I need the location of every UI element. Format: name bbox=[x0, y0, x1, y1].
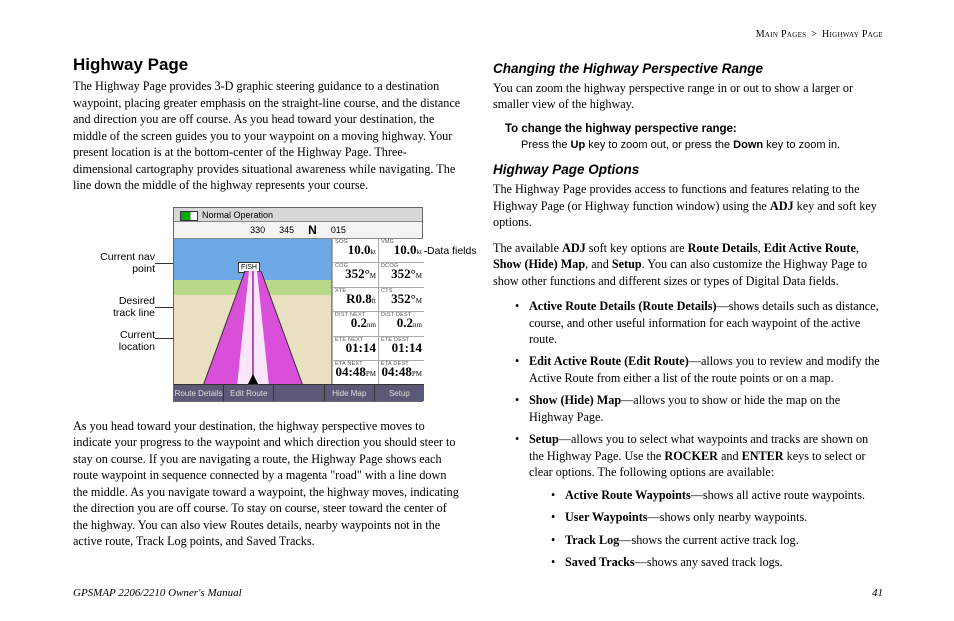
compass-330: 330 bbox=[250, 224, 265, 236]
gps-screen: Normal Operation 330 345 N 015 FISH bbox=[173, 207, 423, 402]
current-location-icon bbox=[248, 374, 258, 384]
options-intro: The Highway Page provides access to func… bbox=[493, 181, 883, 230]
softkey-setup: Setup bbox=[375, 385, 424, 401]
page-number: 41 bbox=[872, 586, 883, 601]
data-xte: XTER0.8ft bbox=[332, 288, 378, 313]
procedure-body: Press the Up key to zoom out, or press t… bbox=[521, 138, 883, 153]
page-title: Highway Page bbox=[73, 54, 463, 77]
callout-datafields: Data fields bbox=[427, 245, 477, 257]
data-cog: COG352°M bbox=[332, 263, 378, 288]
heading-options: Highway Page Options bbox=[493, 161, 883, 179]
data-vmg: VMG10.0kt bbox=[378, 239, 424, 264]
data-etenext: ETE NEXT01:14 bbox=[332, 337, 378, 362]
procedure-heading: To change the highway perspective range: bbox=[505, 122, 883, 138]
softkey-blank bbox=[274, 385, 324, 401]
data-etedest: ETE DEST01:14 bbox=[378, 337, 424, 362]
bullet-edit-route: Edit Active Route (Edit Route)—allows yo… bbox=[515, 353, 883, 386]
sub-active-route-wpts: Active Route Waypoints—shows all active … bbox=[551, 487, 883, 503]
compass-015: 015 bbox=[331, 224, 346, 236]
callout-navpoint: Current nav point bbox=[97, 251, 155, 275]
highway-road bbox=[193, 271, 313, 386]
softkey-edit-route: Edit Route bbox=[224, 385, 274, 401]
breadcrumb-a: Main Pages bbox=[756, 29, 807, 40]
intro-paragraph-1: The Highway Page provides 3-D graphic st… bbox=[73, 78, 463, 193]
compass-n: N bbox=[308, 222, 317, 238]
data-dcog: DCOG352°M bbox=[378, 263, 424, 288]
right-column: Changing the Highway Perspective Range Y… bbox=[493, 54, 883, 577]
sub-user-wpts: User Waypoints—shows only nearby waypoin… bbox=[551, 509, 883, 525]
data-distnext: DIST NEXT0.2nm bbox=[332, 312, 378, 337]
data-distdest: DIST DEST0.2nm bbox=[378, 312, 424, 337]
page-footer: GPSMAP 2206/2210 Owner's Manual 41 bbox=[73, 586, 883, 601]
highway-figure: Current nav point Desired track line Cur… bbox=[73, 203, 463, 408]
sub-track-log: Track Log—shows the current active track… bbox=[551, 532, 883, 548]
bullet-show-hide-map: Show (Hide) Map—allows you to show or hi… bbox=[515, 392, 883, 425]
data-etanext: ETA NEXT04:48PM bbox=[332, 361, 378, 386]
heading-perspective: Changing the Highway Perspective Range bbox=[493, 60, 883, 78]
perspective-text: You can zoom the highway perspective ran… bbox=[493, 80, 883, 113]
manual-title: GPSMAP 2206/2210 Owner's Manual bbox=[73, 586, 242, 601]
gps-mode: Normal Operation bbox=[174, 208, 422, 222]
breadcrumb-sep: > bbox=[811, 29, 817, 40]
gps-data-fields: SOG10.0kt VMG10.0kt COG352°M DCOG352°M X… bbox=[332, 239, 424, 386]
sub-saved-tracks: Saved Tracks—shows any saved track logs. bbox=[551, 554, 883, 570]
gps-compass: 330 345 N 015 bbox=[174, 222, 422, 239]
bullet-setup: Setup—allows you to select what waypoint… bbox=[515, 431, 883, 570]
gps-highway-view: FISH bbox=[174, 239, 332, 386]
bullet-route-details: Active Route Details (Route Details)—sho… bbox=[515, 298, 883, 347]
callout-location: Current location bbox=[97, 329, 155, 353]
options-list-text: The available ADJ soft key options are R… bbox=[493, 240, 883, 289]
data-cts: CTS352°M bbox=[378, 288, 424, 313]
compass-345: 345 bbox=[279, 224, 294, 236]
data-sog: SOG10.0kt bbox=[332, 239, 378, 264]
intro-paragraph-2: As you head toward your destination, the… bbox=[73, 418, 463, 550]
data-etadest: ETA DEST04:48PM bbox=[378, 361, 424, 386]
softkey-hide-map: Hide Map bbox=[325, 385, 375, 401]
breadcrumb-b: Highway Page bbox=[822, 29, 883, 40]
options-bullet-list: Active Route Details (Route Details)—sho… bbox=[515, 298, 883, 571]
left-column: Highway Page The Highway Page provides 3… bbox=[73, 54, 463, 577]
gps-softkeys: Route Details Edit Route Hide Map Setup bbox=[174, 384, 424, 401]
breadcrumb: Main Pages > Highway Page bbox=[73, 28, 883, 42]
setup-sub-list: Active Route Waypoints—shows all active … bbox=[551, 487, 883, 571]
callout-trackline: Desired track line bbox=[97, 295, 155, 319]
softkey-route-details: Route Details bbox=[174, 385, 224, 401]
